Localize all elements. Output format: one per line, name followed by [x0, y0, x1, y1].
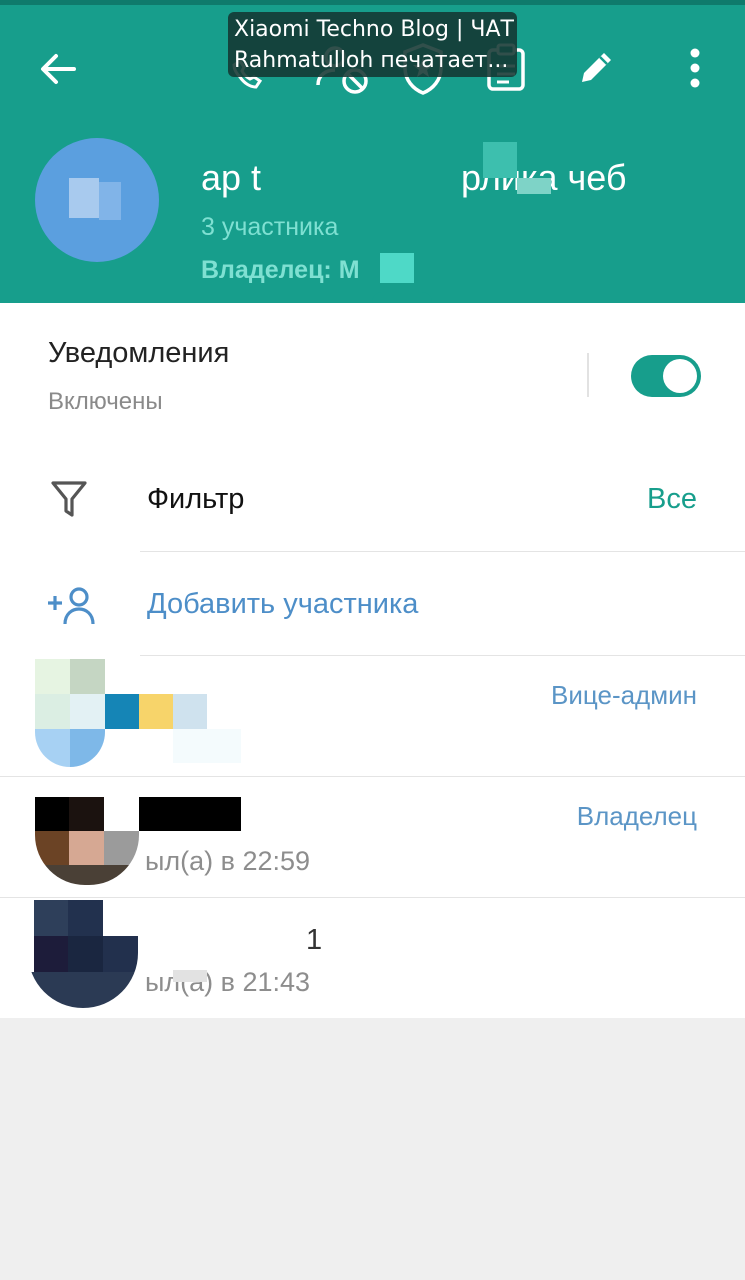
group-title: ap tрлика чеб [201, 157, 627, 199]
notifications-toggle[interactable] [631, 355, 701, 397]
group-avatar[interactable] [35, 138, 159, 262]
member-name-suffix: 1 [306, 924, 323, 956]
member-role: Вице-админ [551, 680, 697, 710]
member-last-seen: ыл(а) в 21:43 [145, 967, 311, 997]
avatar [35, 659, 105, 767]
pencil-icon [582, 53, 611, 82]
pixelated-region [379, 253, 414, 283]
more-options-button[interactable] [680, 45, 710, 91]
group-owner: Владелец: М [201, 253, 414, 285]
list-item[interactable]: Владелец ыл(а) в 22:59 [0, 777, 745, 898]
avatar [28, 900, 138, 1008]
member-last-seen: ыл(а) в 22:59 [145, 846, 311, 876]
avatar-blur [99, 182, 121, 220]
pixelated-name [139, 694, 173, 729]
pixelated-name [105, 694, 139, 729]
pixelated-region [483, 142, 517, 178]
toggle-knob [663, 359, 697, 393]
toast-message: Rahmatulloh печатает... [234, 48, 509, 73]
notifications-status: Включены [48, 388, 163, 415]
member-count: 3 участника [201, 213, 339, 241]
kebab-menu-icon [690, 48, 700, 88]
avatar [35, 797, 139, 885]
member-role: Владелец [576, 801, 697, 831]
pixelated-name [139, 797, 241, 831]
divider [140, 551, 745, 552]
pixelated-status [173, 729, 241, 763]
filter-icon [50, 479, 88, 524]
group-settings-panel: Уведомления Включены Фильтр Все Добавить… [0, 303, 745, 1018]
edit-button[interactable] [576, 46, 618, 88]
notification-toast[interactable]: Xiaomi Techno Blog | ЧАТ Rahmatulloh печ… [228, 12, 517, 77]
group-owner-text: Владелец: М [201, 256, 360, 284]
notifications-title: Уведомления [48, 337, 230, 369]
pixelated-name [173, 694, 207, 729]
group-title-start: ap t [201, 157, 262, 198]
divider [587, 353, 589, 397]
add-member-label: Добавить участника [147, 588, 419, 620]
list-item[interactable]: Вице-админ [0, 656, 745, 777]
filter-value: Все [647, 483, 697, 515]
pixelated-status [173, 970, 207, 982]
pixelated-region [517, 178, 551, 194]
toast-title: Xiaomi Techno Blog | ЧАТ [234, 17, 514, 42]
group-header: Xiaomi Techno Blog | ЧАТ Rahmatulloh печ… [0, 0, 745, 303]
list-item[interactable]: 1 ыл(а) в 21:43 [0, 898, 745, 1019]
avatar-blur [69, 178, 99, 218]
arrow-left-icon [41, 54, 76, 84]
back-button[interactable] [36, 47, 80, 91]
add-user-icon [46, 586, 98, 633]
filter-label: Фильтр [147, 483, 245, 515]
